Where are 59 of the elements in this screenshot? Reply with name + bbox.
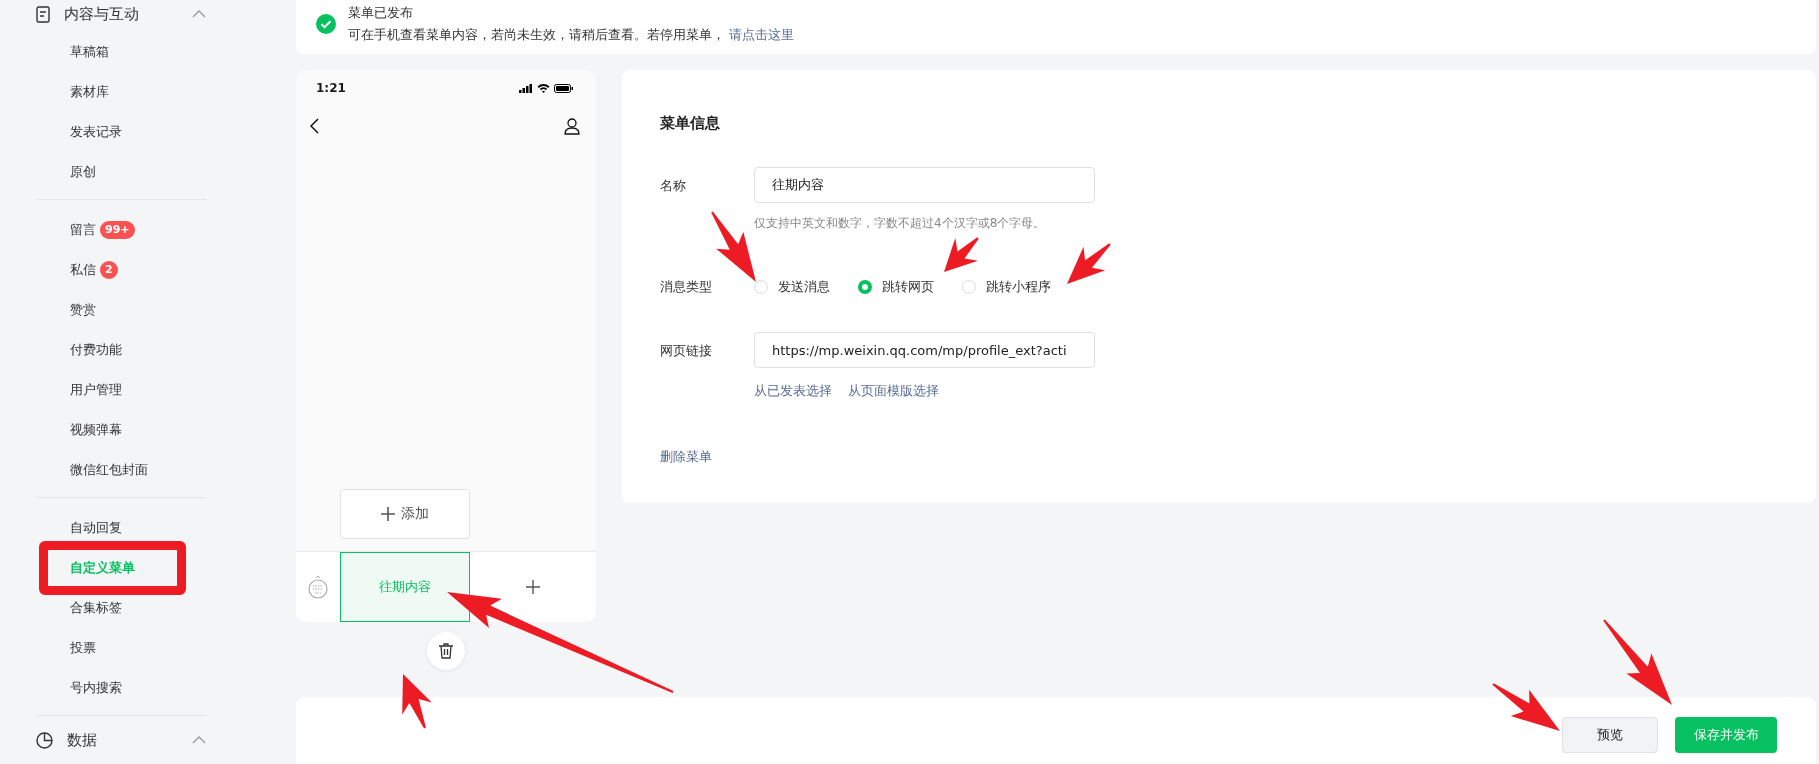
add-submenu-button[interactable]: 添加	[340, 489, 470, 539]
url-input-field[interactable]: https://mp.weixin.qq.com/mp/profile_ext?acti	[754, 332, 1095, 368]
section-header[interactable]: 数据	[36, 726, 206, 754]
status-time: 1:21	[316, 81, 346, 95]
count-badge: 99+	[100, 221, 135, 239]
add-menu-icon[interactable]	[526, 580, 540, 594]
sidebar-item[interactable]: 素材库	[36, 72, 207, 112]
disable-menu-link[interactable]: 请点击这里	[729, 27, 795, 42]
battery-icon	[554, 83, 574, 93]
select-link[interactable]: 从页面模版选择	[848, 382, 939, 400]
sidebar-item[interactable]: 号内搜索	[36, 668, 207, 708]
trash-icon	[439, 643, 453, 659]
field-label: 名称	[660, 177, 687, 195]
sidebar-item[interactable]: 赞赏	[36, 290, 207, 330]
sidebar-item[interactable]: 用户管理	[36, 370, 207, 410]
sidebar-item[interactable]: 草稿箱	[36, 32, 207, 72]
delete-button[interactable]	[427, 632, 465, 670]
annotation-arrow	[711, 211, 756, 282]
annotation-arrow	[1492, 683, 1560, 731]
panel-title: 菜单信息	[660, 114, 721, 133]
radio-option[interactable]: 跳转小程序	[962, 278, 1051, 296]
plus-icon	[381, 507, 395, 521]
signal-icon	[519, 83, 533, 93]
success-check-icon	[316, 14, 336, 34]
sidebar-item[interactable]: 发表记录	[36, 112, 207, 152]
sidebar-item[interactable]: 合集标签	[36, 588, 207, 628]
sidebar-item[interactable]: 私信 2	[36, 250, 207, 290]
person-icon[interactable]	[564, 117, 580, 135]
sidebar-item[interactable]: 原创	[36, 152, 207, 192]
notice-message: 可在手机查看菜单内容，若尚未生效，请稍后查看。若停用菜单， 请点击这里	[348, 26, 795, 44]
chevron-icon	[192, 10, 206, 18]
sidebar-item[interactable]: 自动回复	[36, 508, 207, 548]
document-icon	[36, 5, 50, 23]
annotation-arrow	[402, 674, 432, 729]
field-label: 消息类型	[660, 278, 713, 296]
sidebar-item[interactable]: 投票	[36, 628, 207, 668]
count-badge: 2	[100, 261, 118, 279]
annotation-arrow	[944, 237, 979, 272]
hint-text: 仅支持中英文和数字，字数不超过4个汉字或8个字母。	[754, 215, 1047, 232]
wifi-icon	[537, 83, 550, 93]
annotation-arrow	[1067, 243, 1111, 284]
sidebar-item[interactable]: 微信红包封面	[36, 450, 207, 490]
delete-menu-link[interactable]: 删除菜单	[660, 448, 712, 466]
back-chevron-icon[interactable]	[310, 118, 319, 134]
select-link[interactable]: 从已发表选择	[754, 382, 832, 400]
section-header[interactable]: 内容与互动	[36, 0, 206, 28]
pie-chart-icon	[36, 731, 53, 749]
chevron-icon	[192, 736, 206, 744]
preview-button[interactable]: 预览	[1562, 717, 1658, 753]
radio-option[interactable]: 跳转网页	[858, 278, 934, 296]
radio-option[interactable]: 发送消息	[754, 278, 830, 296]
name-input-field[interactable]: 往期内容	[754, 167, 1095, 203]
radio-button[interactable]	[858, 280, 872, 294]
sidebar-item[interactable]: 留言 99+	[36, 210, 207, 250]
sidebar-item[interactable]: 付费功能	[36, 330, 207, 370]
keyboard-icon[interactable]	[308, 575, 328, 599]
field-label: 网页链接	[660, 342, 713, 360]
notice-title: 菜单已发布	[348, 4, 414, 22]
sidebar-item[interactable]: 视频弹幕	[36, 410, 207, 450]
